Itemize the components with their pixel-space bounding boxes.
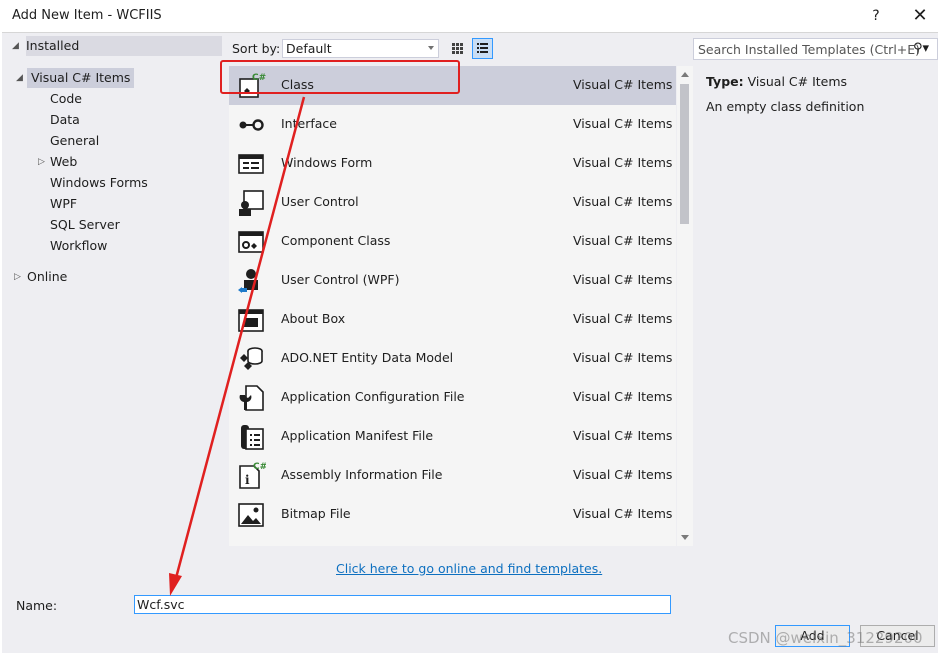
annotation-arrow xyxy=(169,96,306,596)
watermark: CSDN @weixin_31229200 xyxy=(728,629,923,647)
